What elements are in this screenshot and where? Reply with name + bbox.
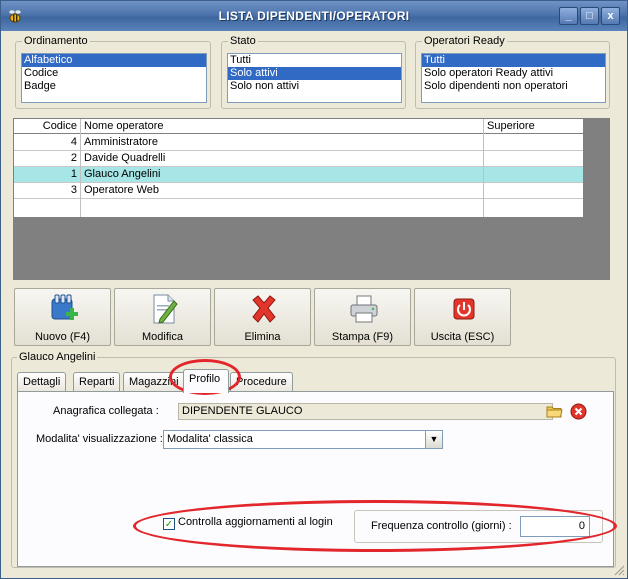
chevron-down-icon[interactable]: ▼ (425, 431, 442, 448)
operatori-ready-option[interactable]: Solo operatori Ready attivi (422, 67, 605, 80)
grid-header: Codice Nome operatore Superiore (14, 119, 583, 134)
tab-dettagli[interactable]: Dettagli (17, 372, 67, 392)
stato-option[interactable]: Solo non attivi (228, 80, 401, 93)
title-bar[interactable]: LISTA DIPENDENTI/OPERATORI _ □ x (1, 1, 627, 31)
table-row-selected[interactable]: 1 Glauco Angelini (14, 167, 583, 183)
power-icon (453, 298, 475, 320)
row-superiore (484, 135, 583, 151)
modalita-label: Modalita' visualizzazione : (36, 433, 163, 445)
print-button[interactable]: Stampa (F9) (314, 288, 411, 346)
stato-option[interactable]: Tutti (228, 54, 401, 67)
stato-option[interactable]: Solo attivi (228, 67, 401, 80)
exit-button-label: Uscita (ESC) (430, 331, 495, 343)
operatori-ready-option[interactable]: Tutti (422, 54, 605, 67)
stato-label: Stato (228, 35, 258, 47)
row-superiore (484, 183, 583, 199)
frequency-input[interactable]: 0 (520, 516, 590, 537)
edit-button[interactable]: Modifica (114, 288, 211, 346)
operators-grid-area[interactable]: Codice Nome operatore Superiore 4 Ammini… (13, 118, 610, 280)
maximize-icon: □ (586, 10, 593, 22)
edit-document-icon (153, 294, 178, 324)
delete-button-label: Elimina (244, 331, 281, 343)
minimize-icon: _ (565, 10, 572, 22)
folder-icon[interactable] (545, 402, 564, 421)
ordinamento-option[interactable]: Badge (22, 80, 206, 93)
row-name: Davide Quadrelli (84, 152, 166, 164)
tab-procedure[interactable]: Procedure (230, 372, 293, 392)
row-name: Amministratore (84, 136, 158, 148)
row-name: Glauco Angelini (84, 168, 161, 180)
close-button[interactable]: x (601, 7, 620, 25)
row-code: 4 (70, 136, 77, 148)
operators-grid[interactable]: Codice Nome operatore Superiore 4 Ammini… (14, 119, 583, 217)
check-updates-checkbox[interactable]: ✓ Controlla aggiornamenti al login (163, 516, 333, 530)
minimize-button[interactable]: _ (559, 7, 578, 25)
modalita-select[interactable]: Modalita' classica ▼ (163, 430, 443, 449)
operatori-ready-option[interactable]: Solo dipendenti non operatori (422, 80, 605, 93)
row-code: 2 (70, 152, 77, 164)
close-icon: x (607, 10, 614, 22)
detail-group-label: Glauco Angelini (17, 351, 98, 363)
new-user-icon (51, 294, 78, 320)
table-row[interactable]: 3 Operatore Web (14, 183, 583, 199)
operatori-ready-group: Operatori Ready Tutti Solo operatori Rea… (415, 35, 610, 109)
anagrafica-field: DIPENDENTE GLAUCO (178, 403, 553, 420)
table-row[interactable]: 2 Davide Quadrelli (14, 151, 583, 167)
row-superiore (484, 151, 583, 167)
modalita-selected-value: Modalita' classica (167, 433, 253, 445)
maximize-button[interactable]: □ (580, 7, 599, 25)
tab-magazzini[interactable]: Magazzini (123, 372, 185, 392)
ordinamento-option[interactable]: Alfabetico (22, 54, 206, 67)
column-header-codice[interactable]: Codice (14, 119, 80, 135)
table-row[interactable]: 4 Amministratore (14, 135, 583, 151)
print-button-label: Stampa (F9) (331, 331, 394, 343)
column-header-superiore[interactable]: Superiore (484, 119, 583, 135)
column-header-nome[interactable]: Nome operatore (81, 119, 483, 135)
resize-grip-icon[interactable] (613, 564, 625, 576)
frequency-group: Frequenza controllo (giorni) : 0 (354, 510, 603, 543)
ordinamento-option[interactable]: Codice (22, 67, 206, 80)
column-divider (483, 119, 484, 217)
row-code: 1 (70, 168, 77, 180)
row-code: 3 (70, 184, 77, 196)
new-button-label: Nuovo (F4) (34, 331, 91, 343)
ordinamento-group: Ordinamento Alfabetico Codice Badge (15, 35, 211, 109)
delete-button[interactable]: Elimina (214, 288, 311, 346)
new-button[interactable]: Nuovo (F4) (14, 288, 111, 346)
delete-x-icon (252, 295, 276, 323)
column-divider (80, 119, 81, 217)
exit-button[interactable]: Uscita (ESC) (414, 288, 511, 346)
operatori-ready-listbox[interactable]: Tutti Solo operatori Ready attivi Solo d… (421, 53, 606, 103)
table-row-empty[interactable] (14, 199, 583, 215)
window-title: LISTA DIPENDENTI/OPERATORI (218, 9, 410, 23)
frequency-label: Frequenza controllo (giorni) : (371, 520, 512, 532)
main-window: LISTA DIPENDENTI/OPERATORI _ □ x Ordinam… (0, 0, 628, 579)
check-updates-label: Controlla aggiornamenti al login (178, 516, 333, 528)
operatori-ready-label: Operatori Ready (422, 35, 507, 47)
anagrafica-label: Anagrafica collegata : (53, 405, 159, 417)
ordinamento-listbox[interactable]: Alfabetico Codice Badge (21, 53, 207, 103)
edit-button-label: Modifica (142, 331, 183, 343)
checkbox-checked-icon[interactable]: ✓ (163, 518, 175, 530)
row-superiore (484, 167, 583, 183)
printer-icon (350, 295, 378, 323)
tab-profilo[interactable]: Profilo (183, 369, 229, 393)
row-name: Operatore Web (84, 184, 160, 196)
stato-group: Stato Tutti Solo attivi Solo non attivi (221, 35, 406, 109)
profilo-panel: Anagrafica collegata : DIPENDENTE GLAUCO… (17, 391, 614, 567)
tab-reparti[interactable]: Reparti (73, 372, 121, 392)
stato-listbox[interactable]: Tutti Solo attivi Solo non attivi (227, 53, 402, 103)
ordinamento-label: Ordinamento (22, 35, 90, 47)
clear-link-icon[interactable] (569, 402, 588, 421)
